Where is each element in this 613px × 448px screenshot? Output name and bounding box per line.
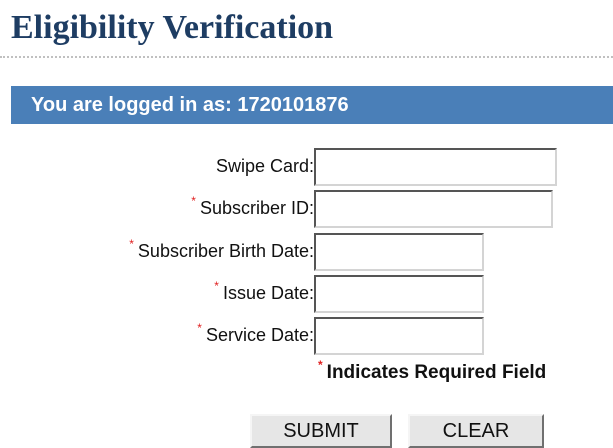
issue-date-label-text: Issue Date:: [222, 283, 314, 303]
service-date-input[interactable]: [314, 317, 484, 355]
submit-button[interactable]: SUBMIT: [250, 414, 392, 448]
required-star: *: [318, 358, 323, 372]
birth-date-input[interactable]: [314, 233, 484, 271]
subscriber-id-label-text: Subscriber ID:: [199, 198, 314, 218]
swipe-card-input[interactable]: [314, 148, 557, 186]
birth-date-label-text: Subscriber Birth Date:: [137, 241, 314, 261]
title-divider: [0, 56, 613, 58]
required-star: *: [129, 237, 134, 251]
login-status-user: 1720101876: [237, 94, 349, 116]
issue-date-input[interactable]: [314, 275, 484, 313]
clear-button[interactable]: CLEAR: [408, 414, 544, 448]
subscriber-id-input[interactable]: [314, 190, 553, 228]
login-status-prefix: You are logged in as:: [31, 94, 232, 116]
service-date-label: * Service Date:: [197, 321, 314, 346]
service-date-label-text: Service Date:: [205, 325, 314, 345]
required-star: *: [214, 279, 219, 293]
birth-date-label: * Subscriber Birth Date:: [129, 237, 314, 262]
page-title: Eligibility Verification: [11, 9, 334, 46]
required-field-note-text: Indicates Required Field: [326, 362, 547, 383]
swipe-card-label-text: Swipe Card:: [215, 156, 314, 176]
required-field-note: * Indicates Required Field: [318, 358, 547, 384]
required-star: *: [191, 194, 196, 208]
issue-date-label: * Issue Date:: [214, 279, 314, 304]
required-star: *: [197, 321, 202, 335]
login-status-bar: You are logged in as: 1720101876: [11, 86, 613, 124]
swipe-card-label: Swipe Card:: [216, 156, 314, 177]
subscriber-id-label: * Subscriber ID:: [191, 194, 314, 219]
